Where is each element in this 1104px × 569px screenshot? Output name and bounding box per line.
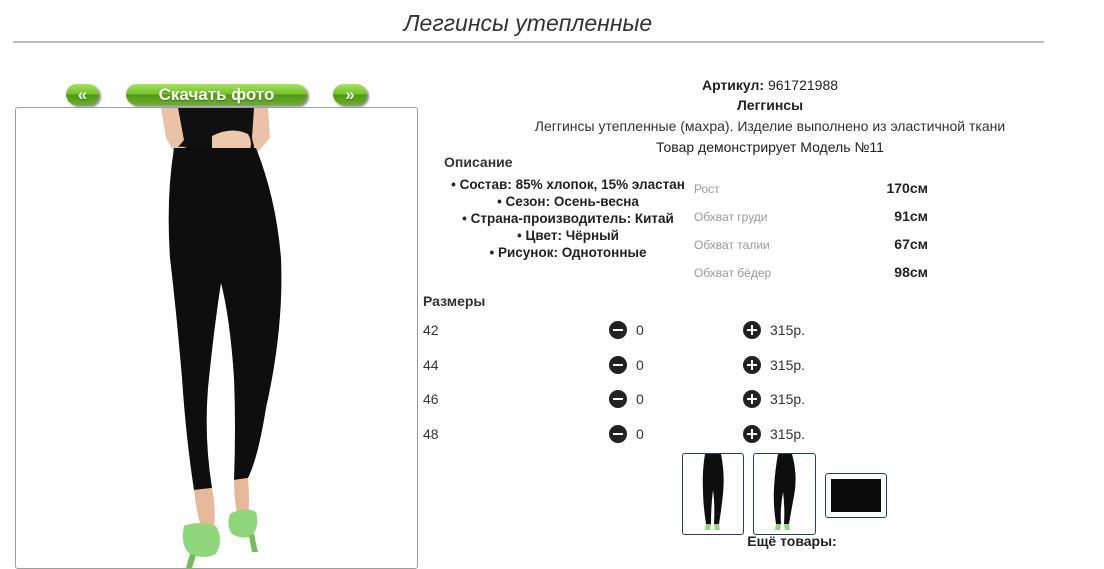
prev-photo-button[interactable]: «: [66, 84, 99, 105]
product-description: Леггинсы утепленные (махра). Изделие вып…: [534, 118, 1006, 134]
measurement-label: Обхват талии: [694, 238, 770, 252]
plus-circle-icon[interactable]: [743, 356, 761, 374]
thumbnail-fabric[interactable]: [825, 473, 887, 518]
property-item: Страна-производитель: Китай: [442, 210, 694, 227]
property-item: Цвет: Чёрный: [442, 227, 694, 244]
sizes-heading: Размеры: [423, 293, 486, 309]
measurement-value: 67см: [894, 236, 928, 252]
size-value: 42: [423, 322, 439, 338]
quantity-value: 0: [636, 426, 644, 442]
fabric-swatch: [831, 479, 881, 512]
size-value: 48: [423, 426, 439, 442]
article-line: Артикул: 961721988: [420, 77, 1104, 93]
leggings-model-image: [64, 108, 369, 568]
measurement-value: 98см: [894, 264, 928, 280]
quantity-value: 0: [636, 391, 644, 407]
plus-circle-icon[interactable]: [743, 425, 761, 443]
more-goods-heading: Ещё товары:: [747, 533, 837, 549]
model-line: Товар демонстрирует Модель №11: [656, 139, 884, 155]
minus-circle-icon[interactable]: [609, 356, 627, 374]
measurement-label: Обхват бёдер: [694, 266, 772, 280]
minus-circle-icon[interactable]: [609, 390, 627, 408]
next-photo-button[interactable]: »: [333, 84, 367, 105]
measurement-row: Обхват груди 91см: [694, 208, 934, 228]
title-divider: [13, 41, 1044, 43]
price-value: 315р.: [770, 426, 806, 442]
measurement-row: Обхват бёдер 98см: [694, 264, 934, 284]
property-item: Состав: 85% хлопок, 15% эластан: [442, 176, 694, 193]
page-title: Леггинсы утепленные: [403, 10, 653, 36]
price-value: 315р.: [770, 391, 806, 407]
quantity-value: 0: [636, 357, 644, 373]
property-item: Рисунок: Однотонные: [442, 244, 694, 261]
properties-list: Состав: 85% хлопок, 15% эластан Сезон: О…: [442, 176, 694, 261]
thumbnail-side[interactable]: [753, 453, 816, 535]
size-row: 42 0 315р.: [423, 320, 843, 342]
size-row: 44 0 315р.: [423, 355, 843, 377]
price-value: 315р.: [770, 322, 806, 338]
thumbnail-image: [773, 454, 796, 530]
product-photo[interactable]: [15, 107, 418, 569]
thumbnail-image: [702, 454, 724, 530]
measurement-value: 170см: [886, 180, 928, 196]
plus-circle-icon[interactable]: [743, 321, 761, 339]
download-photo-button[interactable]: Скачать фото: [126, 84, 307, 105]
size-row: 48 0 315р.: [423, 424, 843, 446]
minus-circle-icon[interactable]: [609, 425, 627, 443]
measurement-row: Рост 170см: [694, 180, 934, 200]
minus-circle-icon[interactable]: [609, 321, 627, 339]
measurement-row: Обхват талии 67см: [694, 236, 934, 256]
plus-circle-icon[interactable]: [743, 390, 761, 408]
measurement-value: 91см: [894, 208, 928, 224]
property-item: Сезон: Осень-весна: [442, 193, 694, 210]
size-value: 46: [423, 391, 439, 407]
size-value: 44: [423, 357, 439, 373]
article-value: 961721988: [767, 77, 839, 93]
size-row: 46 0 315р.: [423, 389, 843, 411]
quantity-value: 0: [636, 322, 644, 338]
thumbnail-front[interactable]: [682, 453, 744, 535]
description-heading: Описание: [444, 154, 513, 170]
article-label: Артикул:: [701, 77, 765, 93]
price-value: 315р.: [770, 357, 806, 373]
measurement-label: Обхват груди: [694, 210, 768, 224]
measurement-label: Рост: [694, 182, 720, 196]
product-category: Леггинсы: [736, 97, 804, 113]
